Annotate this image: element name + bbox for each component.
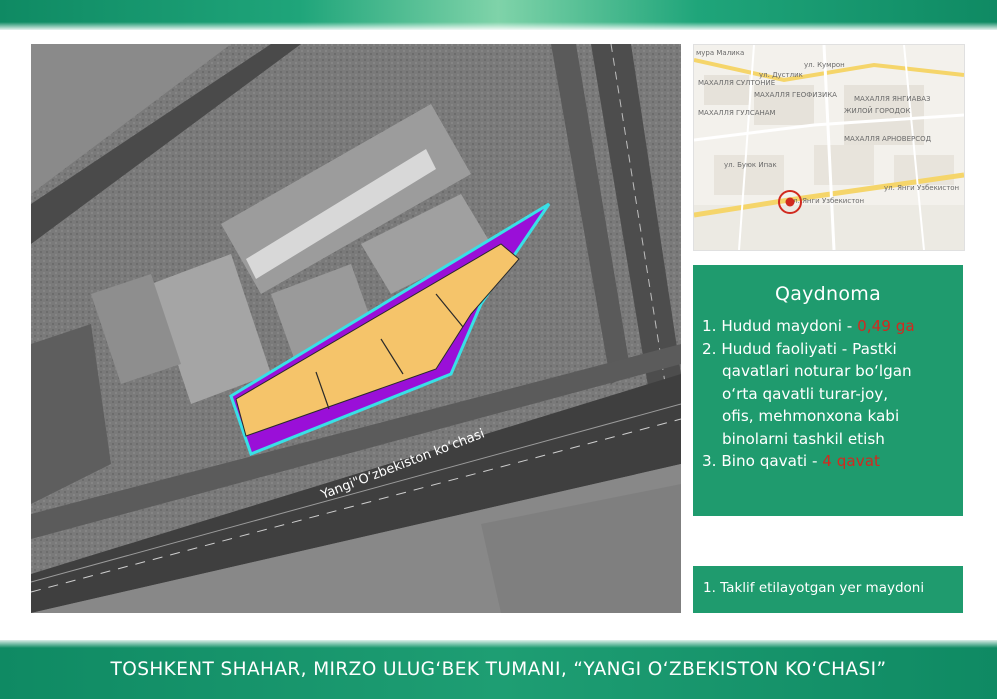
map-label: МАХАЛЛЯ СУЛТОНИЕ xyxy=(698,79,775,87)
map-label: МАХАЛЛЯ ГУЛСАНАМ xyxy=(698,109,776,117)
proposal-legend: 1. Taklif etilayotgan yer maydoni xyxy=(693,566,963,613)
legend-panel: Qaydnoma 1. Hudud maydoni - 0,49 ga 2. H… xyxy=(693,265,963,516)
legend-item-activity-line: ofis, mehmonxona kabi xyxy=(722,407,900,425)
proposal-label: 1. Taklif etilayotgan yer maydoni xyxy=(703,580,925,596)
map-label: мура Малика xyxy=(696,49,744,57)
map-label: ул. Янги Узбекистон xyxy=(884,184,959,192)
area-value: 0,49 ga xyxy=(857,317,915,335)
map-label: МАХАЛЛЯ ГЕОФИЗИКА xyxy=(754,91,837,99)
map-label: ул. Кумрон xyxy=(804,61,845,69)
footer-banner: TOSHKENT SHAHAR, MIRZO ULUG‘BEK TUMANI, … xyxy=(0,640,997,699)
legend-item-activity-line: binolarni tashkil etish xyxy=(722,429,885,448)
map-label: ул. Дустлик xyxy=(759,71,803,79)
map-label: ЖИЛОЙ ГОРОДОК xyxy=(844,106,910,115)
map-label: МАХАЛЛЯ ЯНГИАВАЗ xyxy=(854,95,931,103)
floors-value: 4 qavat xyxy=(822,452,880,470)
map-label: ул. Буюк Ипак xyxy=(724,161,777,169)
legend-item-area: 1. Hudud maydoni - 0,49 ga xyxy=(702,317,915,335)
location-map: мура Малика ул. Дустлик ул. Кумрон МАХАЛ… xyxy=(693,44,965,251)
legend-item-activity-line: qavatlari noturar bo‘lgan xyxy=(722,362,912,380)
footer-title: TOSHKENT SHAHAR, MIRZO ULUG‘BEK TUMANI, … xyxy=(110,659,887,680)
legend-title: Qaydnoma xyxy=(774,283,882,305)
legend-item-activity-line: o‘rta qavatli turar-joy, xyxy=(722,384,889,403)
map-label: МАХАЛЛЯ АРНОВЕРСОД xyxy=(844,135,932,143)
legend-item-floors: 3. Bino qavati - 4 qavat xyxy=(702,452,880,470)
legend-item-activity: 2. Hudud faoliyati - Pastki xyxy=(702,339,897,358)
top-banner xyxy=(0,0,997,30)
satellite-image: Yangi"O‘zbekiston ko‘chasi xyxy=(31,44,681,613)
